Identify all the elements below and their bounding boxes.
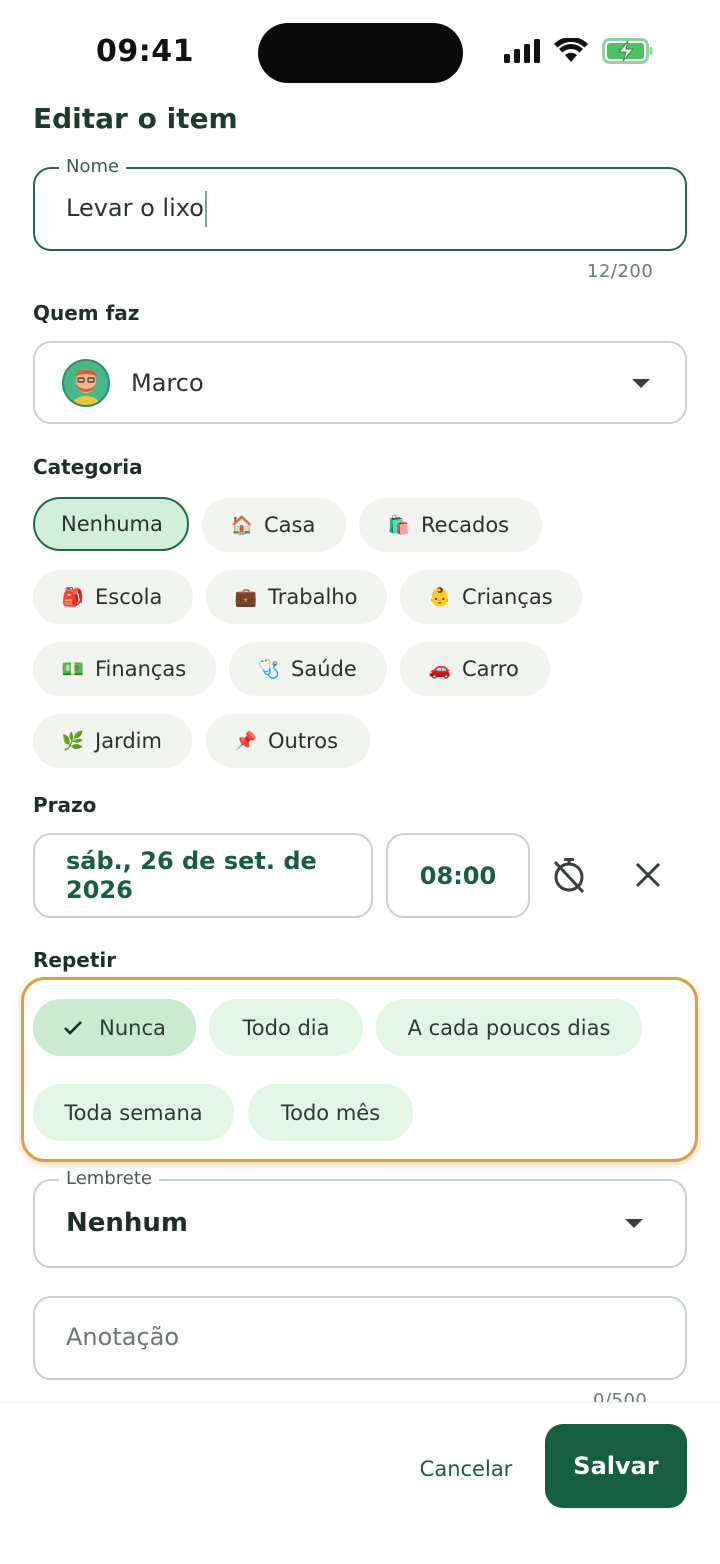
repeat-chip-toda-semana[interactable]: Toda semana [33,1084,234,1141]
category-chip-recados[interactable]: 🛍️ Recados [359,498,542,552]
category-label: Categoria [33,455,143,479]
category-chip-saude[interactable]: 🩺 Saúde [229,642,387,696]
name-field-value: Levar o lixo [66,194,204,222]
car-icon: 🚗 [428,658,452,680]
reminder-dropdown[interactable]: Lembrete Nenhum [33,1168,687,1268]
save-button[interactable]: Salvar [545,1424,687,1508]
name-char-counter: 12/200 [587,261,654,282]
status-icons [504,38,654,64]
cancel-button[interactable]: Cancelar [404,1445,528,1493]
note-field[interactable]: Anotação [33,1296,687,1380]
date-picker-field[interactable]: sáb., 26 de set. de 2026 [33,833,373,918]
clear-deadline-button[interactable] [624,851,672,899]
assignee-name: Marco [131,369,204,397]
timer-off-icon [553,858,585,894]
category-chip-trabalho[interactable]: 💼 Trabalho [206,570,387,624]
dynamic-island [258,23,463,83]
time-picker-field[interactable]: 08:00 [386,833,530,918]
category-chip-financas[interactable]: 💵 Finanças [33,642,216,696]
status-time: 09:41 [96,34,194,69]
reminder-label: Lembrete [59,1168,159,1189]
herb-icon: 🌿 [61,730,85,752]
repeat-label: Repetir [33,948,117,972]
stethoscope-icon: 🩺 [257,658,281,680]
category-chip-outros[interactable]: 📌 Outros [206,714,370,768]
cellular-signal-icon [504,39,540,63]
category-chip-escola[interactable]: 🎒 Escola [33,570,193,624]
shopping-bags-icon: 🛍️ [387,514,411,536]
battery-charging-icon [602,38,653,64]
deadline-date: sáb., 26 de set. de 2026 [66,847,317,904]
pushpin-icon: 📌 [234,730,258,752]
chevron-down-icon [625,1219,643,1228]
name-field[interactable]: Nome Levar o lixo [33,156,687,251]
close-icon [635,862,661,888]
note-placeholder: Anotação [66,1323,180,1351]
check-icon [64,1020,83,1035]
baby-icon: 👶 [428,586,452,608]
repeat-chip-a-cada-poucos-dias[interactable]: A cada poucos dias [376,999,642,1056]
repeat-chip-todo-mes[interactable]: Todo mês [248,1084,413,1141]
name-field-label: Nome [59,156,127,177]
page-title: Editar o item [33,102,238,135]
chevron-down-icon [632,379,650,388]
deadline-time: 08:00 [419,861,497,890]
briefcase-icon: 💼 [234,586,258,608]
category-chip-nenhuma[interactable]: Nenhuma [33,497,189,551]
wifi-icon [554,38,588,62]
repeat-chip-nunca[interactable]: Nunca [33,999,196,1056]
house-icon: 🏠 [230,514,254,536]
deadline-label: Prazo [33,793,97,817]
category-chip-casa[interactable]: 🏠 Casa [202,498,346,552]
backpack-icon: 🎒 [61,586,85,608]
edit-item-screen: 09:41 Editar o item Nome Levar o lixo 12… [0,0,720,1564]
repeat-chip-todo-dia[interactable]: Todo dia [209,999,363,1056]
assignee-label: Quem faz [33,301,140,325]
avatar [62,359,110,407]
timer-off-button[interactable] [545,851,593,899]
money-icon: 💵 [61,658,85,680]
assignee-dropdown[interactable]: Marco [33,341,687,424]
category-chip-criancas[interactable]: 👶 Crianças [400,570,582,624]
category-chip-jardim[interactable]: 🌿 Jardim [33,714,192,768]
text-caret [204,191,207,227]
reminder-value: Nenhum [66,1208,189,1238]
category-chip-carro[interactable]: 🚗 Carro [400,642,550,696]
